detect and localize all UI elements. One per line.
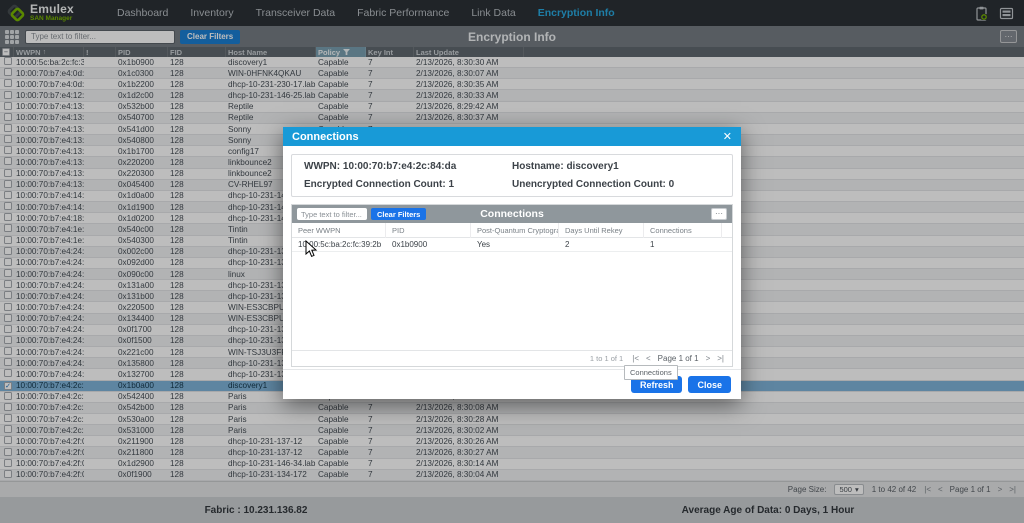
modal-hostname: Hostname: discovery1 <box>512 161 720 172</box>
modal-column-header-peer-wwpn[interactable]: Peer WWPN <box>292 223 386 238</box>
modal-grid-header: Peer WWPNPIDPost-Quantum Cryptography↑Da… <box>292 223 732 238</box>
cell-pid: 0x1b0900 <box>386 240 471 249</box>
modal-column-header-pid[interactable]: PID <box>386 223 471 238</box>
modal-clear-filters-button[interactable]: Clear Filters <box>371 208 426 220</box>
modal-paging-bar: 1 to 1 of 1 |< < Page 1 of 1 > >| <box>292 350 732 366</box>
modal-title: Connections <box>292 131 359 143</box>
cell-days-until-rekey: 2 <box>559 240 644 249</box>
modal-column-header-days-until-rekey[interactable]: Days Until Rekey <box>559 223 644 238</box>
modal-title-bar: Connections ✕ <box>283 127 741 146</box>
connections-chip[interactable]: Connections <box>624 365 678 380</box>
modal-prev-page-button[interactable]: < <box>646 354 651 363</box>
modal-next-page-button[interactable]: > <box>706 354 711 363</box>
mouse-cursor <box>305 240 318 258</box>
modal-last-page-button[interactable]: >| <box>717 354 724 363</box>
modal-encrypted-count: Encrypted Connection Count: 1 <box>304 179 512 190</box>
modal-page-indicator: Page 1 of 1 <box>658 354 699 363</box>
cell-connections: 1 <box>644 240 722 249</box>
modal-info-panel: WWPN: 10:00:70:b7:e4:2c:84:da Hostname: … <box>291 154 733 197</box>
modal-grid-empty-area: Connections <box>292 252 732 350</box>
modal-unencrypted-count: Unencrypted Connection Count: 0 <box>512 179 720 190</box>
cell-pqc: Yes <box>471 240 559 249</box>
modal-more-button[interactable]: ··· <box>711 208 727 220</box>
connections-modal: Connections ✕ WWPN: 10:00:70:b7:e4:2c:84… <box>283 127 741 399</box>
modal-table-row[interactable]: 10:00:5c:ba:2c:fc:39:2b0x1b0900Yes21 <box>292 238 732 252</box>
modal-first-page-button[interactable]: |< <box>632 354 639 363</box>
modal-filter-input[interactable]: Type text to filter... <box>297 208 367 220</box>
modal-column-header-connections[interactable]: Connections <box>644 223 722 238</box>
modal-grid-rows: 10:00:5c:ba:2c:fc:39:2b0x1b0900Yes21 <box>292 238 732 252</box>
close-icon[interactable]: ✕ <box>723 130 732 143</box>
modal-row-range: 1 to 1 of 1 <box>590 354 623 363</box>
modal-close-button[interactable]: Close <box>688 376 731 393</box>
modal-grid-panel: Type text to filter... Clear Filters Con… <box>291 204 733 367</box>
app-window: Emulex SAN Manager DashboardInventoryTra… <box>0 0 1024 523</box>
modal-wwpn: WWPN: 10:00:70:b7:e4:2c:84:da <box>304 161 512 172</box>
modal-grid-toolbar: Type text to filter... Clear Filters Con… <box>292 205 732 223</box>
modal-column-header-post-quantum-cryptography[interactable]: Post-Quantum Cryptography↑ <box>471 223 559 238</box>
